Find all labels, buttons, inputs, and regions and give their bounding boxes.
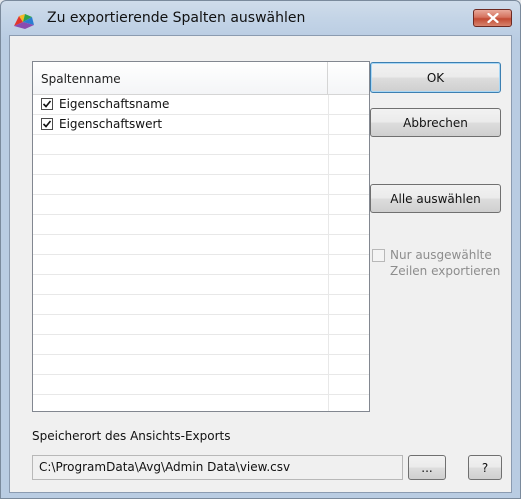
- save-path-field[interactable]: C:\ProgramData\Avg\Admin Data\view.csv: [32, 455, 403, 480]
- list-rows: Eigenschaftsname Eigenschaftswert: [33, 95, 369, 411]
- close-icon: [486, 13, 499, 23]
- export-selected-rows-checkbox[interactable]: [372, 249, 385, 262]
- browse-button[interactable]: ...: [408, 455, 446, 480]
- dialog-content: Spaltenname Eigenschaftsname Eigenschaft…: [9, 35, 512, 493]
- close-button[interactable]: [473, 9, 512, 27]
- help-button[interactable]: ?: [468, 455, 502, 480]
- column-header-spaltenname[interactable]: Spaltenname: [33, 62, 328, 94]
- save-location-label: Speicherort des Ansichts-Exports: [32, 429, 231, 443]
- select-all-button[interactable]: Alle auswählen: [370, 184, 501, 213]
- list-item-checkbox[interactable]: [41, 118, 53, 130]
- list-item-label: Eigenschaftsname: [59, 97, 170, 111]
- list-header: Spaltenname: [33, 62, 369, 95]
- window-title: Zu exportierende Spalten auswählen: [47, 10, 306, 26]
- avg-logo-icon: [13, 12, 35, 30]
- list-item[interactable]: Eigenschaftsname: [33, 95, 369, 115]
- ok-button[interactable]: OK: [370, 62, 501, 93]
- checkmark-icon: [42, 120, 52, 128]
- dialog-window: Zu exportierende Spalten auswählen Spalt…: [0, 0, 521, 499]
- column-header-label: Spaltenname: [41, 72, 121, 86]
- checkmark-icon: [42, 100, 52, 108]
- list-item-label: Eigenschaftswert: [59, 117, 163, 131]
- list-item[interactable]: Eigenschaftswert: [33, 115, 369, 135]
- export-selected-rows-label: Nur ausgewählte Zeilen exportieren: [390, 248, 501, 278]
- cancel-button[interactable]: Abbrechen: [370, 108, 501, 137]
- title-bar[interactable]: Zu exportierende Spalten auswählen: [1, 1, 520, 35]
- list-item-checkbox[interactable]: [41, 98, 53, 110]
- columns-list[interactable]: Spaltenname Eigenschaftsname Eigenschaft…: [32, 61, 370, 412]
